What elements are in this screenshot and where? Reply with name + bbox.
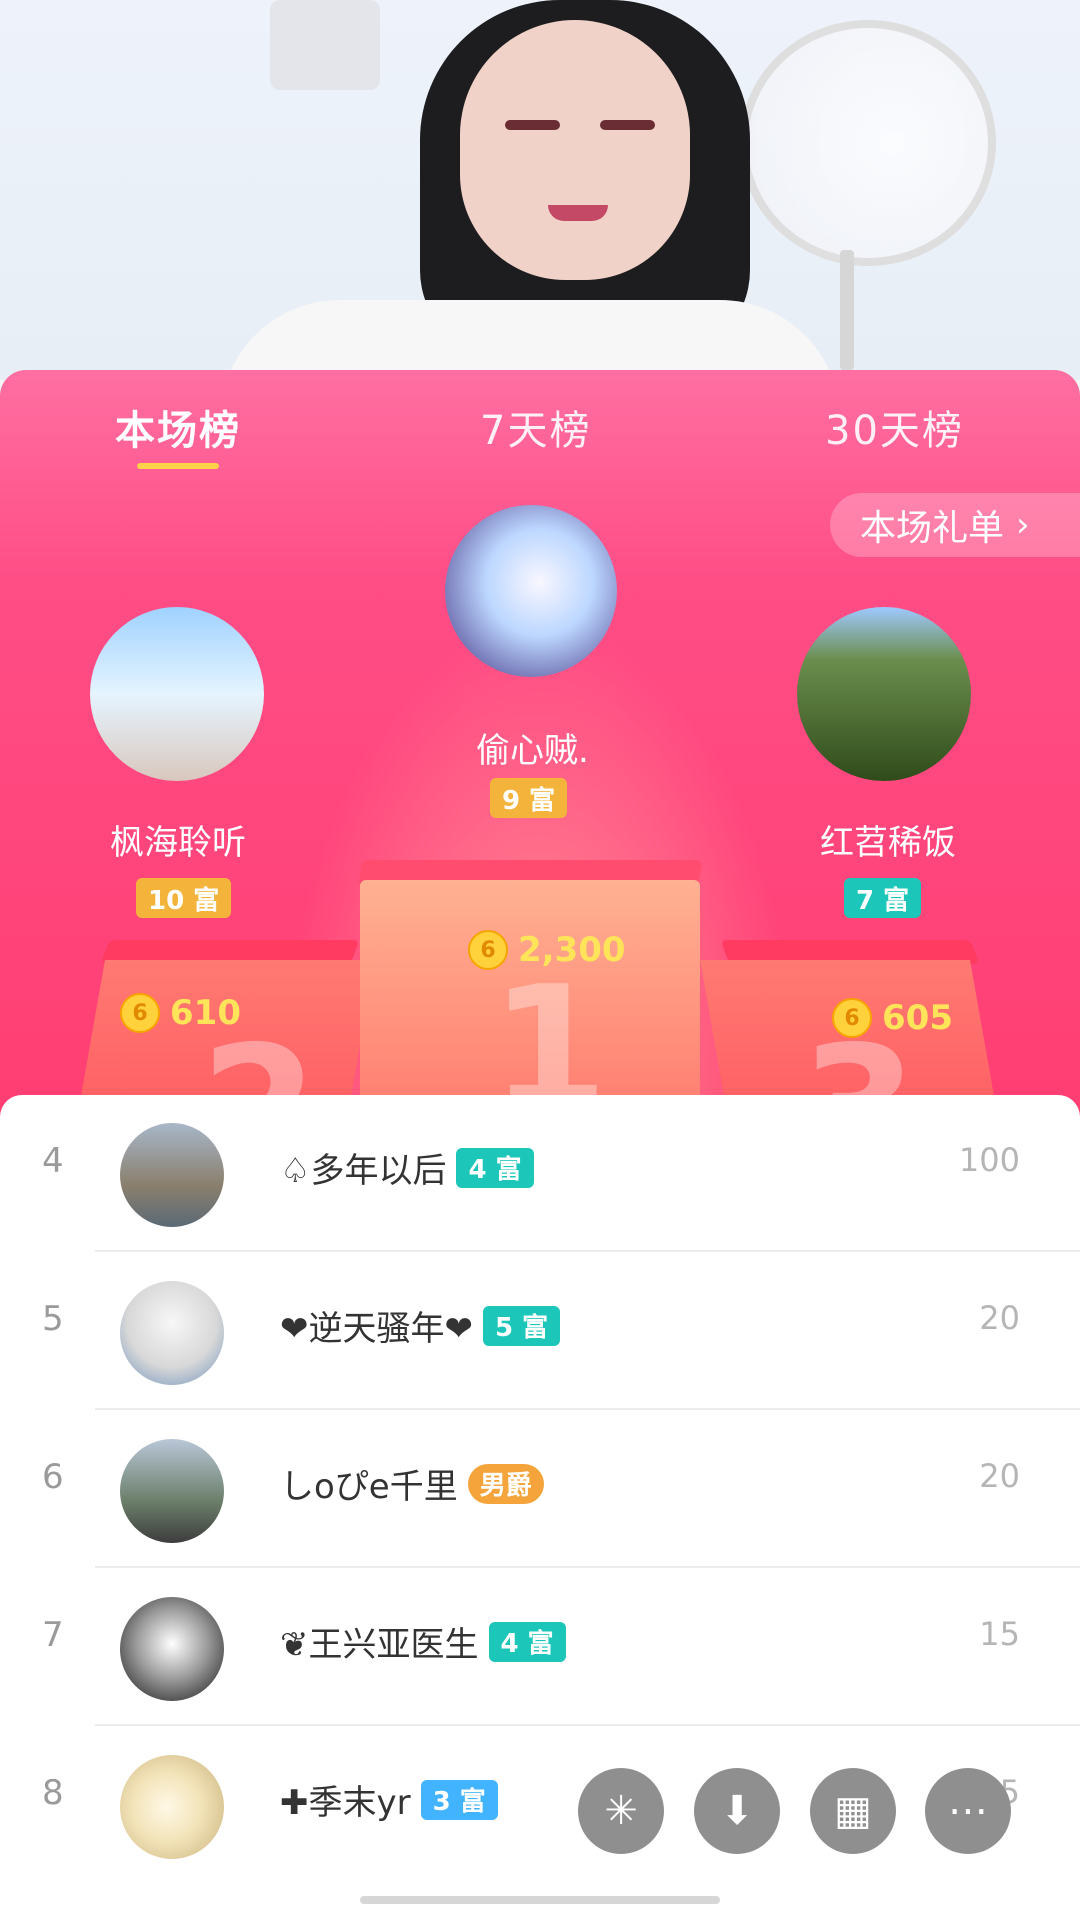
list-item[interactable]: 6 しoぴe千里 男爵 20 [0, 1411, 1080, 1567]
coin-icon: 6 [832, 998, 872, 1038]
top3-level-badge: 7 富 [844, 878, 922, 918]
divider [95, 1724, 1080, 1726]
level-badge: 5 富 [482, 1305, 561, 1346]
divider [95, 1250, 1080, 1252]
avatar[interactable] [120, 1281, 224, 1385]
background-fan [740, 20, 996, 266]
live-video [0, 0, 1080, 380]
leaderboard-panel: 本场榜 7天榜 30天榜 本场礼单 › 1 2 3 偷心贼. 9 富 6 2,3… [0, 370, 1080, 1130]
rank-number: 5 [42, 1299, 64, 1339]
streamer-eye [600, 120, 655, 130]
noble-badge: 男爵 [467, 1463, 544, 1504]
leaderboard-tabs: 本场榜 7天榜 30天榜 [0, 370, 1080, 495]
user-name-text: ❤逆天骚年❤ [280, 1309, 473, 1349]
top3-name: 红苕稀饭 [820, 823, 956, 863]
level-badge: 4 富 [456, 1147, 534, 1188]
avatar[interactable] [120, 1755, 224, 1859]
divider [95, 1566, 1080, 1568]
tab-current-show[interactable]: 本场榜 [115, 398, 241, 456]
top3-coin-value: 605 [882, 998, 953, 1038]
coin-icon: 6 [468, 930, 508, 970]
top1-level-badge: 9 富 [490, 778, 568, 818]
home-indicator [360, 1896, 720, 1904]
user-name-text: ♤多年以后 [280, 1151, 447, 1191]
rank-number: 7 [42, 1615, 64, 1655]
streamer-lip [548, 205, 608, 221]
avatar[interactable] [120, 1597, 224, 1701]
tab-30-days[interactable]: 30天榜 [825, 398, 964, 456]
score: 20 [979, 1457, 1020, 1495]
user-name: ❦王兴亚医生 4 富 [280, 1617, 566, 1666]
top1-coins: 6 2,300 [468, 930, 626, 970]
score: 100 [958, 1141, 1020, 1179]
top1-coin-value: 2,300 [518, 930, 626, 970]
score: 15 [979, 1615, 1020, 1653]
rank-number: 8 [42, 1773, 64, 1813]
tab-7-days[interactable]: 7天榜 [480, 398, 591, 456]
user-name: ❤逆天骚年❤ 5 富 [280, 1301, 561, 1350]
divider [95, 1408, 1080, 1410]
user-name-text: ❦王兴亚医生 [280, 1625, 479, 1665]
streamer-eye [505, 120, 560, 130]
share-sparkle-icon[interactable]: ✳ [578, 1768, 664, 1854]
top1-avatar[interactable] [445, 505, 617, 677]
top3-coins: 6 605 [832, 998, 953, 1038]
score: 20 [979, 1299, 1020, 1337]
chevron-right-icon: › [1016, 505, 1030, 545]
top2-coins: 6 610 [120, 993, 241, 1033]
download-icon[interactable]: ⬇ [694, 1768, 780, 1854]
list-item[interactable]: 7 ❦王兴亚医生 4 富 15 [0, 1569, 1080, 1725]
top3-avatar[interactable] [797, 607, 971, 781]
grid-icon[interactable]: ▦ [810, 1768, 896, 1854]
top2-avatar[interactable] [90, 607, 264, 781]
top1-name: 偷心贼. [476, 731, 589, 771]
user-name: ✚季末yr 3 富 [280, 1775, 498, 1824]
user-name: ♤多年以后 4 富 [280, 1143, 534, 1192]
gift-list-label: 本场礼单 [860, 508, 1005, 549]
avatar[interactable] [120, 1123, 224, 1227]
user-name-text: ✚季末yr [280, 1783, 411, 1823]
more-icon[interactable]: ⋯ [925, 1768, 1011, 1854]
streamer-face [460, 20, 690, 280]
top2-coin-value: 610 [170, 993, 241, 1033]
coin-icon: 6 [120, 993, 160, 1033]
gift-list-button[interactable]: 本场礼单 › [830, 493, 1080, 557]
level-badge: 4 富 [488, 1621, 566, 1662]
avatar[interactable] [120, 1439, 224, 1543]
background-fan-stand [840, 250, 854, 370]
streamer-shirt [220, 300, 840, 380]
rank-number: 6 [42, 1457, 64, 1497]
list-item[interactable]: 8 ✚季末yr 3 富 15 [0, 1727, 1080, 1883]
list-item[interactable]: 4 ♤多年以后 4 富 100 [0, 1095, 1080, 1251]
active-tab-underline [137, 463, 219, 469]
user-name-text: しoぴe千里 [280, 1467, 458, 1507]
level-badge: 3 富 [420, 1779, 498, 1820]
user-name: しoぴe千里 男爵 [280, 1459, 544, 1508]
top2-name: 枫海聆听 [110, 823, 246, 863]
top2-level-badge: 10 富 [136, 878, 232, 918]
list-item[interactable]: 5 ❤逆天骚年❤ 5 富 20 [0, 1253, 1080, 1409]
rank-list: 4 ♤多年以后 4 富 100 5 ❤逆天骚年❤ 5 富 20 6 しoぴe千里… [0, 1095, 1080, 1920]
background-object [270, 0, 380, 90]
rank-number: 4 [42, 1141, 64, 1181]
